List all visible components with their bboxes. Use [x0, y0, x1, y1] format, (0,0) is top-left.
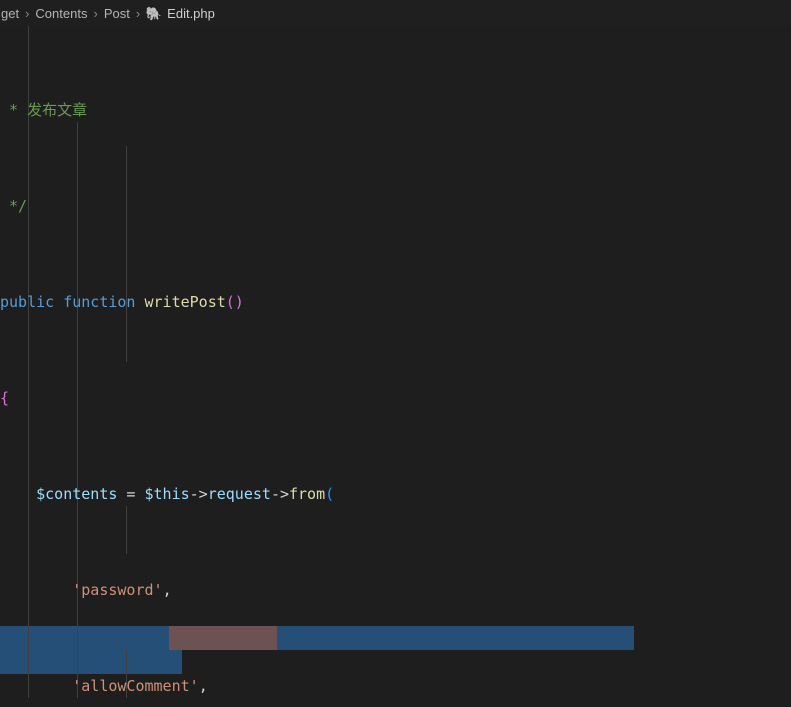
code-token-function-name: writePost [145, 293, 226, 311]
breadcrumb-separator-1: › [88, 6, 102, 21]
breadcrumb-item-1[interactable]: Contents [34, 6, 88, 21]
code-indent [0, 581, 72, 599]
code-token-bracket: () [226, 293, 244, 311]
code-indent [0, 677, 72, 695]
breadcrumb-item-2[interactable]: Post [103, 6, 131, 21]
code-token-comment: */ [0, 197, 27, 215]
breadcrumb[interactable]: get › Contents › Post › 🐘 Edit.php [0, 0, 791, 26]
code-line[interactable]: */ [0, 194, 791, 218]
code-line[interactable]: { [0, 386, 791, 410]
code-token-method: from [289, 485, 325, 503]
code-token-keyword: function [63, 293, 135, 311]
code-token-bracket: ( [325, 485, 334, 503]
code-editor[interactable]: * 发布文章 */ public function writePost() { … [0, 26, 791, 707]
breadcrumb-separator-2: › [131, 6, 145, 21]
php-elephant-icon: 🐘 [145, 7, 162, 20]
code-line[interactable]: public function writePost() [0, 290, 791, 314]
code-line[interactable]: * 发布文章 [0, 98, 791, 122]
code-token-arrow: -> [271, 485, 289, 503]
code-token-string: 'allowComment' [72, 677, 198, 695]
code-token-bracket: { [0, 389, 9, 407]
code-token-comma: , [199, 677, 208, 695]
code-token-space [54, 293, 63, 311]
code-token-arrow: -> [190, 485, 208, 503]
editor-window: get › Contents › Post › 🐘 Edit.php * 发布文… [0, 0, 791, 707]
breadcrumb-item-0[interactable]: get [0, 6, 20, 21]
code-token-variable: $this [145, 485, 190, 503]
code-token-space [135, 293, 144, 311]
breadcrumb-separator-0: › [20, 6, 34, 21]
code-indent [0, 485, 36, 503]
code-token-string: 'password' [72, 581, 162, 599]
code-token-variable: $contents [36, 485, 117, 503]
code-text[interactable]: * 发布文章 */ public function writePost() { … [0, 26, 791, 707]
code-line[interactable]: 'allowComment', [0, 674, 791, 698]
code-token-keyword: public [0, 293, 54, 311]
code-token-operator: = [117, 485, 144, 503]
code-token-comment: * 发布文章 [0, 101, 87, 119]
code-token-property: request [208, 485, 271, 503]
code-line[interactable]: $contents = $this->request->from( [0, 482, 791, 506]
breadcrumb-item-3[interactable]: Edit.php [166, 6, 216, 21]
code-line[interactable]: 'password', [0, 578, 791, 602]
code-token-comma: , [163, 581, 172, 599]
